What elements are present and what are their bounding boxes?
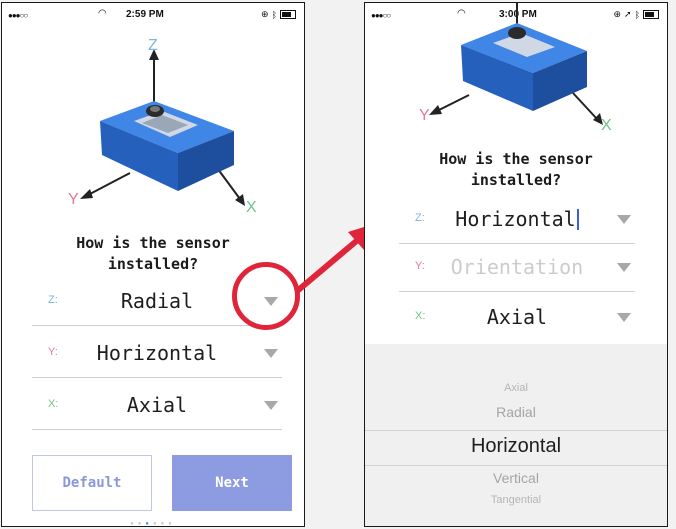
picker-option[interactable]: Vertical	[365, 470, 667, 486]
picker-option[interactable]: Tangential	[365, 494, 667, 506]
question-title: How is the sensor installed?	[439, 150, 593, 189]
y-row-placeholder: Orientation	[450, 255, 584, 279]
x-axis-line	[572, 92, 598, 120]
orientation-picker[interactable]: Axial Radial Horizontal Vertical Tangent…	[365, 344, 667, 526]
picker-option-selected[interactable]: Horizontal	[365, 435, 667, 458]
y-axis-line	[436, 94, 470, 112]
x-row-value: Axial	[486, 305, 548, 329]
text-cursor	[576, 209, 579, 230]
phone-screen-right: ●●●○○ ◠ 3:00 PM ⊕ ➚ ᛒ Y X How is the senso…	[364, 2, 668, 527]
y-axis-arrow	[429, 105, 442, 115]
chevron-down-icon[interactable]	[617, 313, 631, 322]
x-axis-label: X	[601, 117, 612, 134]
arrow-line	[294, 235, 362, 295]
z-orientation-select[interactable]: Z: Horizontal	[399, 199, 635, 244]
chevron-down-icon[interactable]	[617, 215, 631, 224]
y-axis-label: Y	[419, 107, 430, 124]
picker-option[interactable]: Axial	[365, 382, 667, 394]
sensor-illustration	[429, 3, 603, 125]
sensor-icon	[461, 23, 587, 111]
picker-option[interactable]: Radial	[365, 404, 667, 420]
x-orientation-select[interactable]: X: Axial	[399, 297, 635, 341]
chevron-down-icon[interactable]	[617, 263, 631, 272]
y-orientation-select[interactable]: Y: Orientation	[399, 247, 635, 292]
z-row-value: Horizontal	[399, 207, 635, 231]
